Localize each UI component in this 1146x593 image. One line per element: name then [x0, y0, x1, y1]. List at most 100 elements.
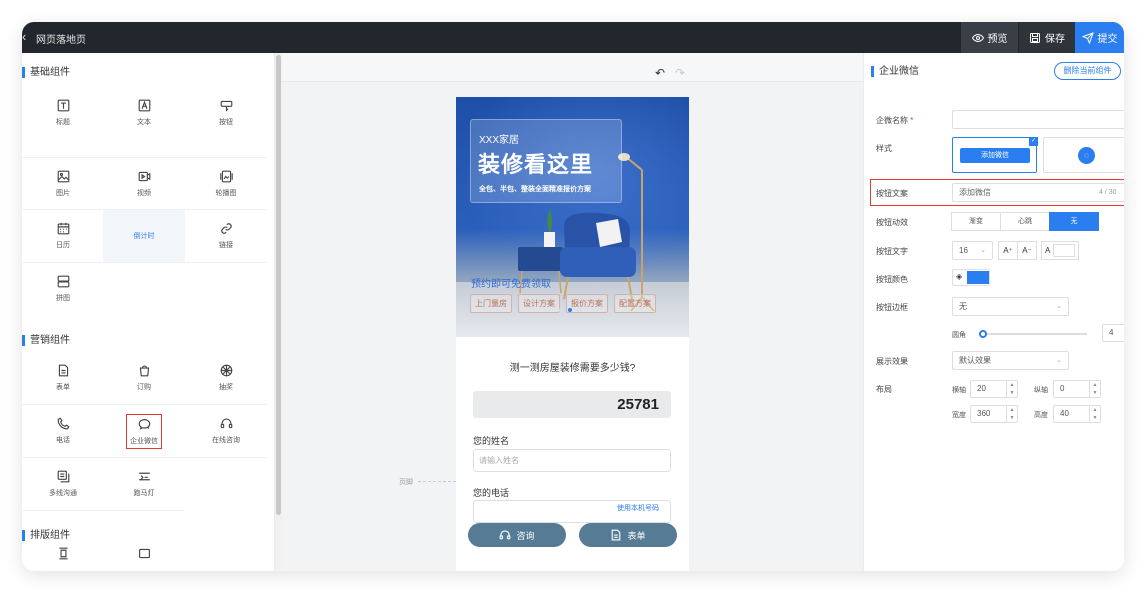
delete-component-button[interactable]: 删除当前组件: [1054, 62, 1121, 80]
headset-icon: [220, 418, 232, 429]
box-layout-icon: [138, 548, 150, 559]
style-option-circle[interactable]: ◌: [1043, 137, 1124, 173]
component-form[interactable]: 表单: [22, 352, 104, 404]
component-link[interactable]: 链接: [185, 210, 267, 262]
radius-label: 圆角: [952, 332, 966, 339]
save-label: 保存: [1045, 34, 1065, 45]
component-multichat[interactable]: 多线沟通: [22, 458, 104, 510]
component-marquee[interactable]: 跑马灯: [103, 458, 185, 510]
component-carousel[interactable]: 轮播图: [185, 158, 267, 210]
anim-option-heartbeat[interactable]: 心跳: [1000, 212, 1050, 231]
image-icon: [57, 170, 69, 183]
component-label: 图片: [56, 190, 70, 197]
font-decrease-button[interactable]: A⁻: [1017, 241, 1037, 260]
style-option-button[interactable]: 添加微信 ✓: [952, 137, 1038, 173]
font-size-select[interactable]: 16 ⌄: [952, 241, 993, 260]
border-select[interactable]: 无 ⌄: [952, 297, 1069, 316]
component-puzzle[interactable]: 拼图: [22, 263, 104, 315]
left-scrollbar[interactable]: [275, 53, 282, 571]
component-wecom[interactable]: 企业微信: [103, 405, 185, 457]
component-video[interactable]: 视频: [103, 158, 185, 210]
component-label: 轮播图: [215, 190, 237, 197]
display-label: 展示效果: [876, 357, 908, 366]
label-text: 企微名称: [876, 116, 908, 125]
radius-input[interactable]: 4: [1102, 324, 1124, 342]
stepper-icon[interactable]: ▲ ▼: [1006, 406, 1017, 422]
font-color-picker[interactable]: A: [1041, 241, 1079, 260]
component-title[interactable]: 标题: [22, 87, 104, 139]
carousel-dot[interactable]: [577, 308, 581, 312]
stepper-icon[interactable]: ▲ ▼: [1089, 381, 1100, 397]
paint-bucket-icon: ◈: [956, 272, 963, 281]
layout-section-title: 排版组件: [22, 530, 70, 541]
wecom-name-input[interactable]: [952, 110, 1124, 129]
border-label: 按钮边框: [876, 303, 908, 312]
consult-label: 咨询: [516, 530, 535, 541]
radius-slider[interactable]: [979, 330, 1087, 338]
component-lottery[interactable]: 抽奖: [185, 352, 267, 404]
y-label: 纵轴: [1034, 387, 1048, 394]
width-value: 360: [977, 409, 991, 418]
panel-title: 企业微信: [871, 66, 919, 77]
component-image[interactable]: 图片: [22, 158, 104, 210]
form-button[interactable]: 表单: [579, 523, 677, 547]
font-color-swatch: [1053, 244, 1075, 257]
y-input[interactable]: 0 ▲ ▼: [1053, 380, 1101, 398]
component-button[interactable]: 按钮: [185, 87, 267, 139]
width-label: 宽度: [952, 412, 966, 419]
component-order[interactable]: 订购: [103, 352, 185, 404]
anim-option-gradient[interactable]: 渐变: [951, 212, 1001, 231]
component-label: 跑马灯: [133, 490, 155, 497]
use-local-number-link[interactable]: 使用本机号码: [617, 503, 659, 513]
scrollbar-thumb[interactable]: [276, 55, 281, 515]
eye-icon: [971, 33, 984, 42]
display-value: 默认效果: [959, 356, 991, 365]
phone-label: 您的电话: [473, 488, 510, 498]
x-input[interactable]: 20 ▲ ▼: [970, 380, 1018, 398]
undo-icon[interactable]: ↶: [655, 66, 665, 80]
font-increase-button[interactable]: A⁺: [998, 241, 1018, 260]
multichat-icon: [57, 470, 69, 483]
preview-button[interactable]: 预览: [961, 22, 1018, 53]
save-button[interactable]: 保存: [1019, 22, 1075, 53]
component-phone[interactable]: 电话: [22, 405, 104, 457]
width-input[interactable]: 360 ▲ ▼: [970, 405, 1018, 423]
preview-label: 预览: [987, 34, 1008, 45]
selected-check-icon: ✓: [1029, 137, 1038, 146]
name-label: 您的姓名: [473, 436, 510, 446]
anim-segmented: 渐变 心跳 无: [951, 212, 1099, 231]
carousel-dot-active[interactable]: [568, 308, 572, 312]
puzzle-icon: [57, 275, 69, 288]
component-calendar[interactable]: 日历: [22, 210, 104, 262]
anim-option-none[interactable]: 无: [1049, 212, 1099, 231]
banner-image[interactable]: XXX家居 装修看这里 全包、半包、整装全面精准报价方案 预约即可免费领取 上门…: [456, 97, 689, 337]
component-layout-box[interactable]: [103, 547, 185, 571]
component-layout-vertical[interactable]: [22, 547, 104, 571]
form-icon: [612, 529, 621, 541]
name-input[interactable]: 请输入姓名: [473, 449, 671, 472]
consult-button[interactable]: 咨询: [468, 523, 566, 547]
link-icon: [220, 223, 232, 234]
submit-label: 提交: [1097, 34, 1118, 45]
slider-knob[interactable]: [979, 330, 987, 338]
component-label: 多线沟通: [49, 490, 77, 497]
component-label: 日历: [56, 242, 70, 249]
submit-button[interactable]: 提交: [1075, 22, 1124, 53]
stepper-icon[interactable]: ▲ ▼: [1089, 406, 1100, 422]
vertical-layout-icon: [58, 547, 68, 560]
height-value: 40: [1060, 409, 1069, 418]
redo-icon[interactable]: ↷: [675, 66, 685, 80]
carousel-dot[interactable]: [559, 308, 563, 312]
font-color-glyph: A: [1045, 246, 1051, 255]
carousel-dots: [559, 308, 581, 312]
component-text[interactable]: 文本: [103, 87, 185, 139]
button-color-picker[interactable]: ◈: [952, 269, 990, 286]
height-input[interactable]: 40 ▲ ▼: [1053, 405, 1101, 423]
form-icon: [58, 364, 68, 377]
stepper-icon[interactable]: ▲ ▼: [1006, 381, 1017, 397]
component-label: 链接: [219, 242, 233, 249]
back-icon[interactable]: ‹: [22, 29, 26, 44]
display-select[interactable]: 默认效果 ⌄: [952, 351, 1069, 370]
component-countdown[interactable]: 倒计时: [103, 210, 185, 262]
component-online-consult[interactable]: 在线咨询: [185, 405, 267, 457]
